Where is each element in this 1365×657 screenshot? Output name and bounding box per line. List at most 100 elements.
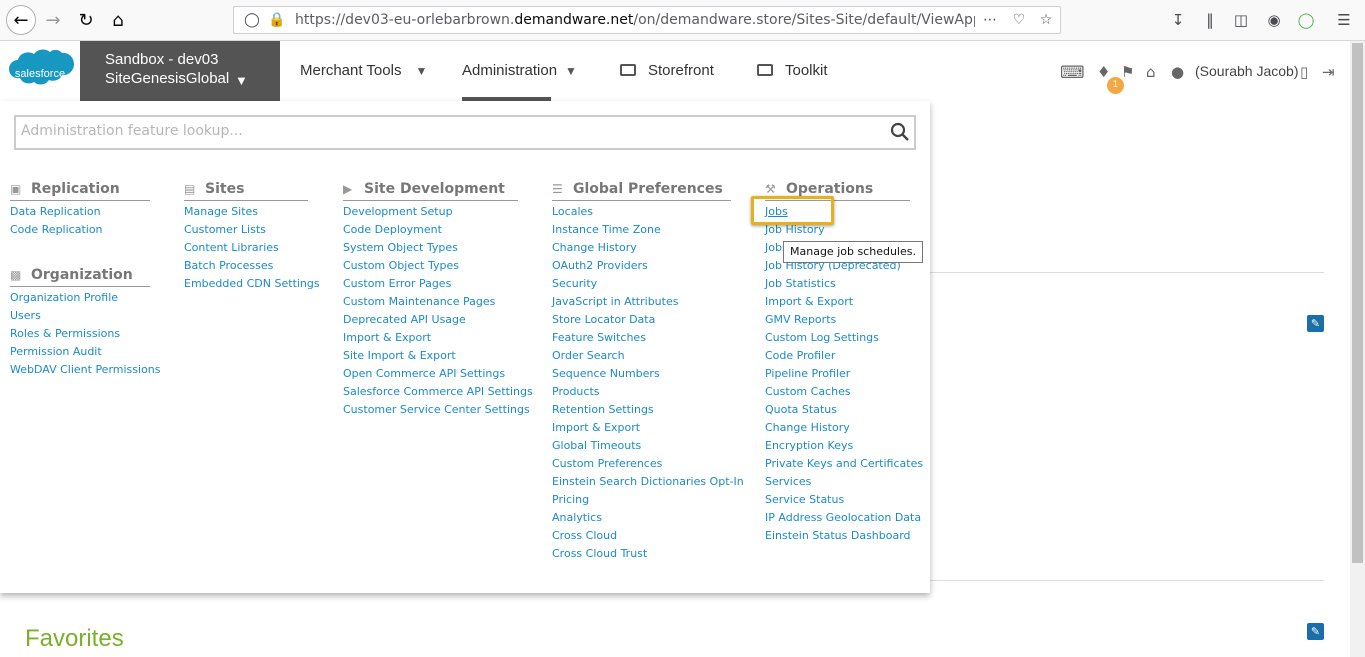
edit-icon[interactable]: ✎ xyxy=(1307,623,1324,640)
link-system-object-types[interactable]: System Object Types xyxy=(343,239,518,257)
bell-icon[interactable]: ♦ xyxy=(1097,63,1110,81)
menu-administration[interactable]: Administration xyxy=(462,41,557,101)
link-quota-status[interactable]: Quota Status xyxy=(765,401,910,419)
keyboard-icon[interactable]: ⌨ xyxy=(1060,63,1085,83)
link-pricing[interactable]: Pricing xyxy=(552,491,731,509)
user-name[interactable]: (Sourabh Jacob) xyxy=(1195,63,1299,79)
link-import-export[interactable]: Import & Export xyxy=(552,419,731,437)
link-webdav-client-permissions[interactable]: WebDAV Client Permissions xyxy=(10,361,161,379)
link-import-export[interactable]: Import & Export xyxy=(343,329,518,347)
link-code-profiler[interactable]: Code Profiler xyxy=(765,347,910,365)
link-code-replication[interactable]: Code Replication xyxy=(10,221,150,239)
link-pipeline-profiler[interactable]: Pipeline Profiler xyxy=(765,365,910,383)
link-ip-address-geolocation-data[interactable]: IP Address Geolocation Data xyxy=(765,509,921,527)
pocket-icon[interactable]: ♡ xyxy=(1009,10,1029,30)
feature-lookup[interactable] xyxy=(14,115,916,150)
link-cross-cloud-trust[interactable]: Cross Cloud Trust xyxy=(552,545,731,563)
link-custom-preferences[interactable]: Custom Preferences xyxy=(552,455,731,473)
address-bar[interactable]: ◯ 🔒 https://dev03-eu-orlebarbrown.demand… xyxy=(233,6,1061,34)
link-locales[interactable]: Locales xyxy=(552,203,731,221)
home-icon[interactable]: ⌂ xyxy=(1146,63,1156,81)
link-organization-profile[interactable]: Organization Profile xyxy=(10,289,150,307)
link-oauth2-providers[interactable]: OAuth2 Providers xyxy=(552,257,731,275)
link-service-status[interactable]: Service Status xyxy=(765,491,910,509)
link-cross-cloud[interactable]: Cross Cloud xyxy=(552,527,731,545)
link-content-libraries[interactable]: Content Libraries xyxy=(184,239,308,257)
link-instance-time-zone[interactable]: Instance Time Zone xyxy=(552,221,731,239)
link-customer-lists[interactable]: Customer Lists xyxy=(184,221,308,239)
extension-icon[interactable]: ◯ xyxy=(1295,9,1317,31)
link-einstein-status-dashboard[interactable]: Einstein Status Dashboard xyxy=(765,527,911,545)
link-site-import-export[interactable]: Site Import & Export xyxy=(343,347,518,365)
link-change-history[interactable]: Change History xyxy=(552,239,731,257)
scrollbar-thumb[interactable] xyxy=(1352,43,1363,563)
link-global-timeouts[interactable]: Global Timeouts xyxy=(552,437,731,455)
link-javascript-in-attributes[interactable]: JavaScript in Attributes xyxy=(552,293,731,311)
link-development-setup[interactable]: Development Setup xyxy=(343,203,518,221)
link-deprecated-api-usage[interactable]: Deprecated API Usage xyxy=(343,311,518,329)
link-roles-permissions[interactable]: Roles & Permissions xyxy=(10,325,150,343)
link-salesforce-commerce-api-settings[interactable]: Salesforce Commerce API Settings xyxy=(343,383,533,401)
link-custom-log-settings[interactable]: Custom Log Settings xyxy=(765,329,910,347)
link-embedded-cdn-settings[interactable]: Embedded CDN Settings xyxy=(184,275,320,293)
link-retention-settings[interactable]: Retention Settings xyxy=(552,401,731,419)
link-products[interactable]: Products xyxy=(552,383,731,401)
user-icon[interactable]: ● xyxy=(1171,63,1184,81)
menu-toolkit[interactable]: Toolkit xyxy=(757,41,828,101)
reload-icon[interactable]: ↻ xyxy=(72,6,100,34)
more-icon[interactable]: ⋯ xyxy=(980,10,1000,30)
link-custom-error-pages[interactable]: Custom Error Pages xyxy=(343,275,518,293)
forward-icon[interactable]: → xyxy=(39,6,67,34)
url-text[interactable]: https://dev03-eu-orlebarbrown.demandware… xyxy=(295,12,975,28)
lock-icon[interactable]: 🔒 xyxy=(267,10,287,30)
link-sequence-numbers[interactable]: Sequence Numbers xyxy=(552,365,731,383)
link-job-statistics[interactable]: Job Statistics xyxy=(765,275,910,293)
link-custom-caches[interactable]: Custom Caches xyxy=(765,383,910,401)
link-users[interactable]: Users xyxy=(10,307,150,325)
back-icon[interactable]: ← xyxy=(6,5,36,35)
link-customer-service-center-settings[interactable]: Customer Service Center Settings xyxy=(343,401,530,419)
sidebar-icon[interactable]: ◫ xyxy=(1230,9,1252,31)
salesforce-logo[interactable]: salesforce xyxy=(4,48,76,96)
link-private-keys-and-certificates[interactable]: Private Keys and Certificates xyxy=(765,455,923,473)
link-data-replication[interactable]: Data Replication xyxy=(10,203,150,221)
menu-icon[interactable]: ☰ xyxy=(1333,9,1355,31)
link-manage-sites[interactable]: Manage Sites xyxy=(184,203,308,221)
link-custom-maintenance-pages[interactable]: Custom Maintenance Pages xyxy=(343,293,518,311)
menu-merchant-tools[interactable]: Merchant Tools ▼ xyxy=(300,41,427,101)
home-icon[interactable]: ⌂ xyxy=(104,6,132,34)
feature-lookup-input[interactable] xyxy=(21,123,881,139)
link-order-search[interactable]: Order Search xyxy=(552,347,731,365)
link-import-export[interactable]: Import & Export xyxy=(765,293,910,311)
link-open-commerce-api-settings[interactable]: Open Commerce API Settings xyxy=(343,365,518,383)
link-security[interactable]: Security xyxy=(552,275,731,293)
section-sites: ▤ Sites Manage Sites Customer Lists Content… xyxy=(184,178,320,293)
link-store-locator-data[interactable]: Store Locator Data xyxy=(552,311,731,329)
link-analytics[interactable]: Analytics xyxy=(552,509,731,527)
scrollbar[interactable] xyxy=(1350,41,1365,657)
download-icon[interactable]: ↧ xyxy=(1167,9,1189,31)
link-custom-object-types[interactable]: Custom Object Types xyxy=(343,257,518,275)
link-code-deployment[interactable]: Code Deployment xyxy=(343,221,518,239)
menu-storefront[interactable]: Storefront xyxy=(620,41,714,101)
star-icon[interactable]: ☆ xyxy=(1036,10,1056,30)
search-icon[interactable] xyxy=(890,122,910,142)
shield-icon[interactable]: ◯ xyxy=(242,10,262,30)
book-icon[interactable]: ▯ xyxy=(1300,63,1308,81)
link-batch-processes[interactable]: Batch Processes xyxy=(184,257,308,275)
link-encryption-keys[interactable]: Encryption Keys xyxy=(765,437,910,455)
link-einstein-search-dictionaries-opt-in[interactable]: Einstein Search Dictionaries Opt-In xyxy=(552,473,744,491)
edit-icon[interactable]: ✎ xyxy=(1307,315,1324,332)
account-icon[interactable]: ◉ xyxy=(1263,9,1285,31)
library-icon[interactable]: ‖ xyxy=(1199,9,1221,31)
site-selector[interactable]: Sandbox - dev03 SiteGenesisGlobal ▼ xyxy=(80,41,280,101)
link-feature-switches[interactable]: Feature Switches xyxy=(552,329,731,347)
megaphone-icon[interactable]: ⚑ xyxy=(1121,63,1134,81)
organization-icon: ▩ xyxy=(10,267,22,282)
link-gmv-reports[interactable]: GMV Reports xyxy=(765,311,910,329)
link-change-history[interactable]: Change History xyxy=(765,419,910,437)
caret-down-icon[interactable]: ▼ xyxy=(565,41,577,101)
logout-icon[interactable]: ⇥ xyxy=(1322,63,1335,81)
link-permission-audit[interactable]: Permission Audit xyxy=(10,343,150,361)
link-services[interactable]: Services xyxy=(765,473,910,491)
